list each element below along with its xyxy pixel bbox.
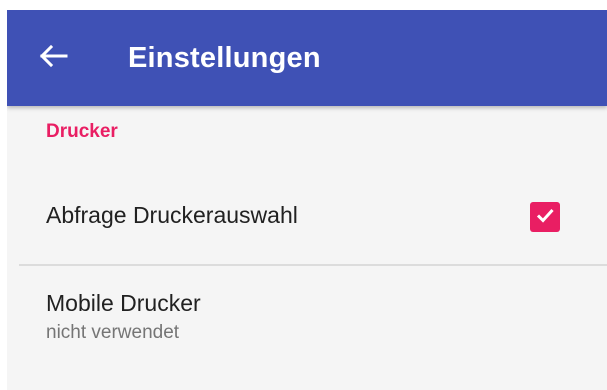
settings-screen: Einstellungen Drucker Abfrage Druckeraus… bbox=[7, 10, 607, 390]
preferences-list: Drucker Abfrage Druckerauswahl Mobile Dr… bbox=[7, 106, 607, 390]
category-header-drucker: Drucker bbox=[46, 121, 118, 142]
arrow-left-icon bbox=[38, 44, 68, 73]
page-title: Einstellungen bbox=[128, 42, 321, 74]
pref-mobile-drucker[interactable]: Mobile Drucker nicht verwendet bbox=[7, 266, 607, 390]
checkbox-checked-icon bbox=[534, 204, 556, 231]
pref-abfrage-druckerauswahl[interactable]: Abfrage Druckerauswahl bbox=[7, 178, 607, 260]
abfrage-druckerauswahl-checkbox[interactable] bbox=[530, 202, 560, 232]
pref-title: Abfrage Druckerauswahl bbox=[46, 202, 298, 228]
pref-summary: nicht verwendet bbox=[46, 322, 180, 343]
back-button[interactable] bbox=[29, 38, 77, 78]
app-bar: Einstellungen bbox=[7, 10, 607, 106]
pref-title: Mobile Drucker bbox=[46, 290, 201, 316]
